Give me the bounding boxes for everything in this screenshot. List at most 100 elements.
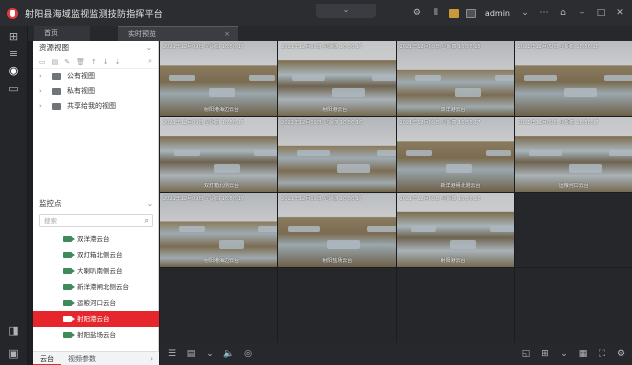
sort-icon[interactable]: ⇣ [115, 58, 121, 66]
empty-video-tile[interactable] [514, 268, 632, 343]
camera-item[interactable]: 双灯箱北侧云台 [33, 247, 159, 263]
maximize-icon[interactable]: □ [595, 7, 607, 19]
video-tile[interactable]: 2021年12月09日 星期四 16:56:17 射阳港云台 [278, 41, 396, 116]
list-icon[interactable]: ☰ [165, 347, 179, 361]
video-scene [494, 74, 514, 81]
camera-list: 双洋港云台 双灯箱北侧云台 大喇叭南侧云台 新洋港闸北侧云台 运粮河口云台 射阳… [33, 231, 159, 343]
split-dropdown-icon[interactable]: ⌄ [557, 347, 571, 361]
delete-icon[interactable]: 🗑 [76, 58, 85, 66]
video-timestamp: 2021年12月09日 星期四 16:56:17 [281, 44, 363, 50]
camera-search-input[interactable] [40, 215, 130, 226]
camera-label: 射阳港云台 [77, 315, 110, 323]
settings-icon[interactable]: ⚙ [614, 347, 628, 361]
fullscreen-icon[interactable]: ⛶ [595, 347, 609, 361]
move-down-icon[interactable]: ↓ [103, 58, 109, 66]
edit-icon[interactable]: ✎ [64, 58, 70, 66]
video-timestamp: 2021年12月09日 星期四 16:56:17 [163, 119, 245, 126]
camera-item[interactable]: 大喇叭南侧云台 [33, 263, 159, 279]
add-folder-icon[interactable]: ▤ [52, 58, 59, 66]
chevron-down-icon[interactable]: ⌄ [146, 41, 152, 55]
video-tile[interactable]: 2021年12月09日 星期四 16:56:17 双灯箱北侧云台 [160, 116, 278, 192]
camera-item[interactable]: 新洋港闸北侧云台 [33, 279, 159, 295]
video-scene [253, 150, 278, 157]
tree-item-shared-view[interactable]: › 共享给我的视图 [33, 99, 158, 114]
empty-video-tile[interactable] [278, 268, 396, 343]
video-scene [213, 163, 240, 173]
video-tile[interactable]: 2021年12月09日 星期四 16:56:15 双洋港云台 [396, 41, 514, 116]
apps-grid-icon[interactable]: ⊞ [7, 30, 20, 43]
chevron-right-icon[interactable]: › [150, 355, 153, 363]
tab-home[interactable]: 首页 [34, 26, 90, 41]
video-tile[interactable]: 2021年12月09日 星期四 16:56:17 射阳盐场云台 [278, 192, 396, 268]
video-timestamp: 2021年12月09日 星期四 16:56:16 [281, 119, 363, 126]
menu-icon[interactable]: ≡ [7, 47, 20, 60]
monitor-icon[interactable] [465, 8, 476, 18]
camera-item[interactable]: 双洋港云台 [33, 231, 159, 247]
video-camera-name: 双洋港云台 [440, 106, 466, 113]
collapse-toggle[interactable]: ⌄ [316, 4, 376, 18]
settings-icon[interactable]: ⚙ [411, 7, 423, 19]
user-name[interactable]: admin [485, 9, 510, 18]
expand-arrow-icon[interactable]: › [39, 84, 47, 99]
close-tab-icon[interactable]: × [224, 27, 230, 42]
signal-icon[interactable]: ⫴ [430, 7, 442, 19]
video-tile[interactable]: 2021年12月09日 星期四 16:56:16 射阳港云台 [396, 192, 514, 268]
minimize-icon[interactable]: – [576, 7, 588, 19]
camera-icon [63, 268, 75, 274]
toolbar-right: ◱ ⊞ ⌄ ▦ ⛶ ⚙ [514, 347, 628, 361]
monitor-header[interactable]: 监控点 ⌄ [33, 197, 159, 211]
empty-video-tile[interactable] [514, 192, 632, 268]
tree-item-label: 公有视图 [67, 72, 95, 80]
tree-item-private-view[interactable]: › 私有视图 [33, 84, 158, 99]
add-view-icon[interactable]: ▭ [39, 58, 46, 66]
video-scene [174, 150, 200, 157]
video-camera-name: 新洋港闸北侧云台 [440, 182, 481, 189]
camera-item[interactable]: 射阳盐场云台 [33, 327, 159, 343]
tab-ptz[interactable]: 云台 [33, 352, 61, 365]
snapshot-icon[interactable]: ◎ [241, 347, 255, 361]
video-scene [372, 74, 396, 81]
lock-icon[interactable]: ⌂ [557, 7, 569, 19]
camera-item[interactable]: 运粮河口云台 [33, 295, 159, 311]
window-mode-icon[interactable]: ▣ [7, 347, 20, 360]
camera-search[interactable]: ⌕ [39, 214, 153, 227]
monitor-section: 监控点 ⌄ ⌕ 双洋港云台 双灯箱北侧云台 大喇叭南侧云台 新洋港闸北侧云台 运… [33, 197, 159, 343]
search-icon[interactable]: ⌕ [145, 215, 149, 226]
tab-video-params[interactable]: 视频参数 [61, 352, 103, 365]
video-scene [249, 74, 275, 81]
stream-icon[interactable]: ◱ [519, 347, 533, 361]
empty-video-tile[interactable] [396, 268, 514, 343]
tab-live-preview[interactable]: 实时预览 × [118, 26, 238, 41]
chevron-down-icon[interactable]: ⌄ [147, 197, 153, 211]
video-timestamp: 2021年12月09日 星期四 16:56:15 [399, 44, 481, 50]
playback-icon[interactable]: ▭ [7, 82, 20, 95]
camera-icon [63, 252, 75, 258]
camera-item-selected[interactable]: 射阳港云台 [33, 311, 159, 327]
resource-view-header[interactable]: 资源视图 ⌄ [33, 41, 158, 55]
move-up-icon[interactable]: ↑ [91, 58, 97, 66]
search-icon[interactable]: ⌕ [148, 57, 152, 66]
video-tile[interactable]: 2021年12月09日 星期四 16:56:17 新洋港闸北侧云台 [396, 116, 514, 192]
video-tile[interactable]: 2021年12月09日 星期四 16:56:17 射阳港海边云台 [160, 41, 278, 116]
close-icon[interactable]: ✕ [614, 7, 626, 19]
tree-item-public-view[interactable]: › 公有视图 [33, 69, 158, 84]
video-tile[interactable]: 2021年12月09日 星期四 16:56:17 运粮河口云台 [514, 116, 632, 192]
panel-toggle-icon[interactable]: ◨ [7, 324, 20, 337]
grid-view-icon[interactable]: ▦ [576, 347, 590, 361]
live-view-icon[interactable]: ◉ [7, 64, 20, 77]
alarm-icon[interactable] [448, 8, 459, 18]
camera-label: 运粮河口云台 [77, 299, 116, 307]
more-icon[interactable]: ⋯ [538, 7, 550, 19]
video-tile[interactable]: 2021年12月09日 星期四 16:56:17 射阳港海边云台 [160, 192, 278, 268]
folder-icon [52, 88, 61, 95]
empty-video-tile[interactable] [160, 268, 278, 343]
expand-arrow-icon[interactable]: › [39, 99, 47, 114]
layout-save-icon[interactable]: ▤ [184, 347, 198, 361]
split-layout-icon[interactable]: ⊞ [538, 347, 552, 361]
expand-arrow-icon[interactable]: › [39, 69, 47, 84]
video-tile[interactable]: 2021年12月09日 星期四 16:56:16 [278, 116, 396, 192]
audio-icon[interactable]: 🔈 [222, 347, 236, 361]
layout-dropdown-icon[interactable]: ⌄ [203, 347, 217, 361]
user-dropdown-icon[interactable]: ⌄ [519, 7, 531, 19]
video-tile[interactable]: 2021年12月09日 星期四 16:56:18 [514, 41, 632, 116]
